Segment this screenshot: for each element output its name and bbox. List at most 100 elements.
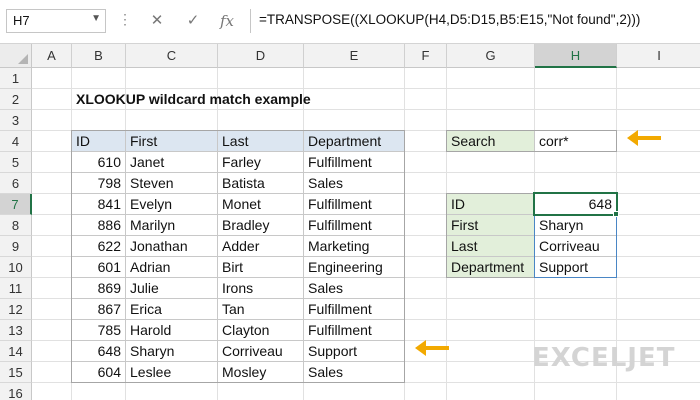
table-cell[interactable]: Sharyn (126, 341, 218, 362)
column-header-b[interactable]: B (72, 44, 126, 68)
arrow-left-icon (415, 340, 449, 356)
row-header-7[interactable]: 7 (0, 194, 32, 215)
table-cell[interactable]: Marketing (304, 236, 405, 257)
row-header-4[interactable]: 4 (0, 131, 32, 152)
result-value[interactable]: Corriveau (535, 236, 617, 257)
table-cell[interactable]: 610 (72, 152, 126, 173)
table-cell[interactable]: Tan (218, 299, 304, 320)
table-cell[interactable]: Sales (304, 173, 405, 194)
result-label[interactable]: Last (447, 236, 535, 257)
table-cell[interactable]: 648 (72, 341, 126, 362)
table-cell[interactable]: Mosley (218, 362, 304, 383)
table-cell[interactable]: Sales (304, 278, 405, 299)
table-cell[interactable]: Batista (218, 173, 304, 194)
column-header-e[interactable]: E (304, 44, 405, 68)
row-header-16[interactable]: 16 (0, 383, 32, 400)
table-header-cell[interactable]: ID (72, 131, 126, 152)
row-header-5[interactable]: 5 (0, 152, 32, 173)
result-label[interactable]: ID (447, 194, 535, 215)
column-header-i[interactable]: I (617, 44, 700, 68)
table-cell[interactable]: Fulfillment (304, 152, 405, 173)
table-cell[interactable]: Leslee (126, 362, 218, 383)
table-cell[interactable]: Marilyn (126, 215, 218, 236)
row-header-12[interactable]: 12 (0, 299, 32, 320)
row-header-6[interactable]: 6 (0, 173, 32, 194)
row-header-9[interactable]: 9 (0, 236, 32, 257)
row-header-10[interactable]: 10 (0, 257, 32, 278)
result-value[interactable]: 648 (535, 194, 617, 215)
table-cell[interactable]: 798 (72, 173, 126, 194)
table-cell[interactable]: 841 (72, 194, 126, 215)
table-cell[interactable]: Fulfillment (304, 215, 405, 236)
row-header-15[interactable]: 15 (0, 362, 32, 383)
row-header-1[interactable]: 1 (0, 68, 32, 89)
table-cell[interactable]: 886 (72, 215, 126, 236)
name-box[interactable]: H7 ▼ (6, 9, 106, 33)
table-cell[interactable]: Steven (126, 173, 218, 194)
table-cell[interactable]: Fulfillment (304, 320, 405, 341)
table-cell[interactable]: Jonathan (126, 236, 218, 257)
column-header-h[interactable]: H (535, 44, 617, 68)
row-header-14[interactable]: 14 (0, 341, 32, 362)
table-cell[interactable]: 869 (72, 278, 126, 299)
row-header-13[interactable]: 13 (0, 320, 32, 341)
table-cell[interactable]: Bradley (218, 215, 304, 236)
table-cell[interactable]: 601 (72, 257, 126, 278)
table-cell[interactable]: Monet (218, 194, 304, 215)
formula-buttons: ⋮ ✕ ✓ fx (118, 9, 250, 33)
result-value[interactable]: Support (535, 257, 617, 278)
table-header-cell[interactable]: First (126, 131, 218, 152)
table-cell[interactable]: Support (304, 341, 405, 362)
sheet-title: XLOOKUP wildcard match example (76, 91, 311, 107)
result-label[interactable]: First (447, 215, 535, 236)
table-cell[interactable]: Harold (126, 320, 218, 341)
table-header-cell[interactable]: Last (218, 131, 304, 152)
formula-bar: H7 ▼ ⋮ ✕ ✓ fx =TRANSPOSE((XLOOKUP(H4,D5:… (0, 0, 700, 44)
table-cell[interactable]: Evelyn (126, 194, 218, 215)
select-all-corner[interactable] (0, 44, 32, 68)
table-cell[interactable]: Janet (126, 152, 218, 173)
table-cell[interactable]: Fulfillment (304, 194, 405, 215)
search-input[interactable]: corr* (535, 131, 617, 152)
function-icon[interactable]: fx (216, 10, 238, 32)
formula-input[interactable]: =TRANSPOSE((XLOOKUP(H4,D5:D15,B5:E15,"No… (250, 9, 696, 33)
row-header-8[interactable]: 8 (0, 215, 32, 236)
exceljet-logo: EXCELJET (532, 343, 675, 373)
column-header-d[interactable]: D (218, 44, 304, 68)
fill-handle[interactable] (613, 211, 619, 217)
table-cell[interactable]: 785 (72, 320, 126, 341)
column-header-f[interactable]: F (405, 44, 447, 68)
check-icon[interactable]: ✓ (182, 10, 204, 32)
column-header-g[interactable]: G (447, 44, 535, 68)
row-header-11[interactable]: 11 (0, 278, 32, 299)
column-header-c[interactable]: C (126, 44, 218, 68)
table-cell[interactable]: Julie (126, 278, 218, 299)
result-value[interactable]: Sharyn (535, 215, 617, 236)
more-icon: ⋮ (118, 11, 133, 27)
table-cell[interactable]: Irons (218, 278, 304, 299)
table-cell[interactable]: Sales (304, 362, 405, 383)
column-header-a[interactable]: A (32, 44, 72, 68)
table-cell[interactable]: Adder (218, 236, 304, 257)
table-cell[interactable]: 622 (72, 236, 126, 257)
table-header-cell[interactable]: Department (304, 131, 405, 152)
table-cell[interactable]: Engineering (304, 257, 405, 278)
arrow-left-icon (627, 130, 661, 146)
chevron-down-icon[interactable]: ▼ (91, 13, 101, 24)
row-header-2[interactable]: 2 (0, 89, 32, 110)
row-header-3[interactable]: 3 (0, 110, 32, 131)
name-box-value: H7 (13, 13, 30, 28)
table-cell[interactable]: Clayton (218, 320, 304, 341)
table-cell[interactable]: 604 (72, 362, 126, 383)
table-cell[interactable]: Fulfillment (304, 299, 405, 320)
table-cell[interactable]: Corriveau (218, 341, 304, 362)
table-cell[interactable]: Erica (126, 299, 218, 320)
table-cell[interactable]: Farley (218, 152, 304, 173)
table-cell[interactable]: Adrian (126, 257, 218, 278)
table-cell[interactable]: Birt (218, 257, 304, 278)
cancel-icon[interactable]: ✕ (146, 10, 168, 32)
table-cell[interactable]: 867 (72, 299, 126, 320)
result-label[interactable]: Department (447, 257, 535, 278)
search-label[interactable]: Search (447, 131, 535, 152)
brand-text: EXCELJET (532, 343, 676, 373)
